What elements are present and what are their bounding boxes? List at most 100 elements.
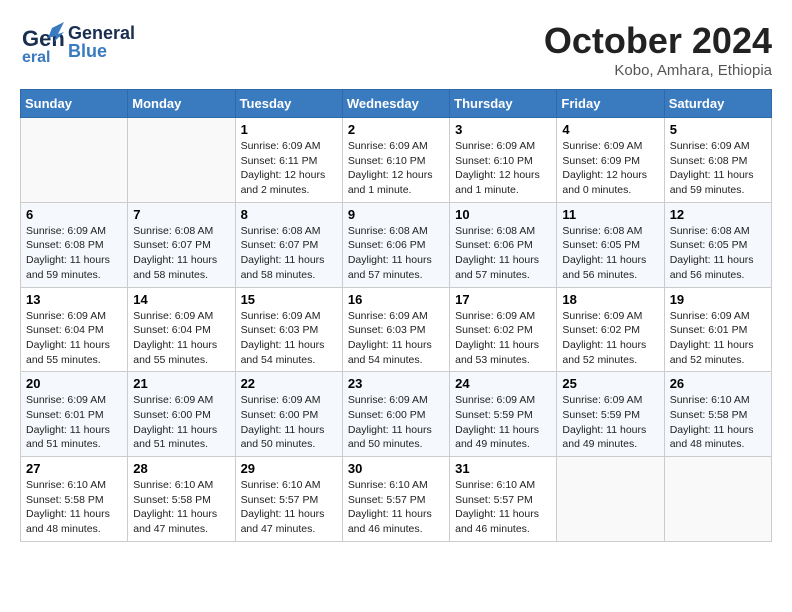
day-info: Sunrise: 6:09 AM Sunset: 6:10 PM Dayligh…: [455, 139, 551, 198]
calendar-day-20: 20Sunrise: 6:09 AM Sunset: 6:01 PM Dayli…: [21, 372, 128, 457]
calendar-week-row: 6 Sunrise: 6:09 AM Sunset: 6:08 PM Daylig…: [21, 202, 772, 287]
calendar-day-15: 15 Sunrise: 6:09 AM Sunset: 6:03 PM Dayli…: [235, 287, 342, 372]
day-number: 22: [241, 376, 337, 391]
logo-general: General: [68, 24, 135, 42]
day-info: Sunrise: 6:08 AM Sunset: 6:06 PM Dayligh…: [348, 224, 444, 283]
calendar-day-2: 2Sunrise: 6:09 AM Sunset: 6:10 PM Daylig…: [342, 118, 449, 203]
calendar-day-10: 10 Sunrise: 6:08 AM Sunset: 6:06 PM Dayli…: [450, 202, 557, 287]
day-number: 9: [348, 207, 444, 222]
day-info: Sunrise: 6:10 AM Sunset: 5:57 PM Dayligh…: [241, 478, 337, 537]
day-number: 5: [670, 122, 766, 137]
calendar-day-11: 11Sunrise: 6:08 AM Sunset: 6:05 PM Dayli…: [557, 202, 664, 287]
calendar-day-17: 17 Sunrise: 6:09 AM Sunset: 6:02 PM Dayli…: [450, 287, 557, 372]
day-number: 29: [241, 461, 337, 476]
calendar-day-8: 8 Sunrise: 6:08 AM Sunset: 6:07 PM Daylig…: [235, 202, 342, 287]
calendar-day-5: 5Sunrise: 6:09 AM Sunset: 6:08 PM Daylig…: [664, 118, 771, 203]
calendar-day-25: 25Sunrise: 6:09 AM Sunset: 5:59 PM Dayli…: [557, 372, 664, 457]
day-info: Sunrise: 6:09 AM Sunset: 6:10 PM Dayligh…: [348, 139, 444, 198]
calendar-day-16: 16 Sunrise: 6:09 AM Sunset: 6:03 PM Dayli…: [342, 287, 449, 372]
day-info: Sunrise: 6:09 AM Sunset: 6:04 PM Dayligh…: [26, 309, 122, 368]
day-info: Sunrise: 6:09 AM Sunset: 6:11 PM Dayligh…: [241, 139, 337, 198]
day-number: 19: [670, 292, 766, 307]
day-info: Sunrise: 6:09 AM Sunset: 6:03 PM Dayligh…: [241, 309, 337, 368]
day-number: 12: [670, 207, 766, 222]
day-number: 6: [26, 207, 122, 222]
calendar-table: SundayMondayTuesdayWednesdayThursdayFrid…: [20, 89, 772, 542]
calendar-day-31: 31 Sunrise: 6:10 AM Sunset: 5:57 PM Dayli…: [450, 457, 557, 542]
day-info: Sunrise: 6:10 AM Sunset: 5:57 PM Dayligh…: [348, 478, 444, 537]
day-info: Sunrise: 6:09 AM Sunset: 6:00 PM Dayligh…: [241, 393, 337, 452]
day-info: Sunrise: 6:10 AM Sunset: 5:58 PM Dayligh…: [133, 478, 229, 537]
weekday-header-row: SundayMondayTuesdayWednesdayThursdayFrid…: [21, 90, 772, 118]
day-number: 17: [455, 292, 551, 307]
page-header: Gen eral General Blue October 2024 Kobo,…: [20, 20, 772, 79]
calendar-day-19: 19 Sunrise: 6:09 AM Sunset: 6:01 PM Dayli…: [664, 287, 771, 372]
day-number: 30: [348, 461, 444, 476]
day-number: 11: [562, 207, 658, 222]
calendar-day-30: 30 Sunrise: 6:10 AM Sunset: 5:57 PM Dayli…: [342, 457, 449, 542]
day-info: Sunrise: 6:09 AM Sunset: 6:00 PM Dayligh…: [348, 393, 444, 452]
location: Kobo, Amhara, Ethiopia: [544, 62, 772, 79]
calendar-week-row: 20Sunrise: 6:09 AM Sunset: 6:01 PM Dayli…: [21, 372, 772, 457]
day-info: Sunrise: 6:08 AM Sunset: 6:07 PM Dayligh…: [241, 224, 337, 283]
day-number: 24: [455, 376, 551, 391]
calendar-day-27: 27 Sunrise: 6:10 AM Sunset: 5:58 PM Dayli…: [21, 457, 128, 542]
calendar-day-13: 13 Sunrise: 6:09 AM Sunset: 6:04 PM Dayli…: [21, 287, 128, 372]
day-number: 21: [133, 376, 229, 391]
day-info: Sunrise: 6:09 AM Sunset: 6:01 PM Dayligh…: [26, 393, 122, 452]
day-info: Sunrise: 6:09 AM Sunset: 6:02 PM Dayligh…: [455, 309, 551, 368]
day-number: 27: [26, 461, 122, 476]
day-info: Sunrise: 6:09 AM Sunset: 5:59 PM Dayligh…: [455, 393, 551, 452]
calendar-week-row: 27 Sunrise: 6:10 AM Sunset: 5:58 PM Dayli…: [21, 457, 772, 542]
day-number: 31: [455, 461, 551, 476]
day-info: Sunrise: 6:09 AM Sunset: 6:03 PM Dayligh…: [348, 309, 444, 368]
day-number: 16: [348, 292, 444, 307]
calendar-day-3: 3Sunrise: 6:09 AM Sunset: 6:10 PM Daylig…: [450, 118, 557, 203]
day-number: 15: [241, 292, 337, 307]
calendar-day-29: 29 Sunrise: 6:10 AM Sunset: 5:57 PM Dayli…: [235, 457, 342, 542]
calendar-empty-cell: [21, 118, 128, 203]
month-title: October 2024: [544, 20, 772, 62]
day-info: Sunrise: 6:08 AM Sunset: 6:05 PM Dayligh…: [670, 224, 766, 283]
calendar-day-4: 4Sunrise: 6:09 AM Sunset: 6:09 PM Daylig…: [557, 118, 664, 203]
calendar-empty-cell: [557, 457, 664, 542]
calendar-empty-cell: [664, 457, 771, 542]
day-info: Sunrise: 6:09 AM Sunset: 6:00 PM Dayligh…: [133, 393, 229, 452]
weekday-header-saturday: Saturday: [664, 90, 771, 118]
day-number: 7: [133, 207, 229, 222]
calendar-day-22: 22 Sunrise: 6:09 AM Sunset: 6:00 PM Dayli…: [235, 372, 342, 457]
day-info: Sunrise: 6:09 AM Sunset: 6:01 PM Dayligh…: [670, 309, 766, 368]
logo-blue: Blue: [68, 42, 135, 60]
logo-text: General Blue: [68, 24, 135, 60]
day-number: 8: [241, 207, 337, 222]
calendar-empty-cell: [128, 118, 235, 203]
day-info: Sunrise: 6:10 AM Sunset: 5:58 PM Dayligh…: [26, 478, 122, 537]
calendar-day-24: 24 Sunrise: 6:09 AM Sunset: 5:59 PM Dayli…: [450, 372, 557, 457]
day-number: 28: [133, 461, 229, 476]
calendar-day-12: 12 Sunrise: 6:08 AM Sunset: 6:05 PM Dayli…: [664, 202, 771, 287]
day-number: 18: [562, 292, 658, 307]
weekday-header-thursday: Thursday: [450, 90, 557, 118]
calendar-day-28: 28 Sunrise: 6:10 AM Sunset: 5:58 PM Dayli…: [128, 457, 235, 542]
weekday-header-friday: Friday: [557, 90, 664, 118]
calendar-day-1: 1 Sunrise: 6:09 AM Sunset: 6:11 PM Daylig…: [235, 118, 342, 203]
day-info: Sunrise: 6:08 AM Sunset: 6:06 PM Dayligh…: [455, 224, 551, 283]
weekday-header-sunday: Sunday: [21, 90, 128, 118]
day-number: 10: [455, 207, 551, 222]
calendar-week-row: 1 Sunrise: 6:09 AM Sunset: 6:11 PM Daylig…: [21, 118, 772, 203]
day-number: 26: [670, 376, 766, 391]
day-number: 1: [241, 122, 337, 137]
day-info: Sunrise: 6:10 AM Sunset: 5:57 PM Dayligh…: [455, 478, 551, 537]
weekday-header-tuesday: Tuesday: [235, 90, 342, 118]
calendar-week-row: 13 Sunrise: 6:09 AM Sunset: 6:04 PM Dayli…: [21, 287, 772, 372]
day-number: 4: [562, 122, 658, 137]
day-number: 13: [26, 292, 122, 307]
day-info: Sunrise: 6:09 AM Sunset: 6:08 PM Dayligh…: [26, 224, 122, 283]
day-number: 14: [133, 292, 229, 307]
day-info: Sunrise: 6:10 AM Sunset: 5:58 PM Dayligh…: [670, 393, 766, 452]
day-info: Sunrise: 6:09 AM Sunset: 6:02 PM Dayligh…: [562, 309, 658, 368]
day-info: Sunrise: 6:09 AM Sunset: 6:04 PM Dayligh…: [133, 309, 229, 368]
logo-icon: Gen eral: [20, 20, 64, 64]
weekday-header-monday: Monday: [128, 90, 235, 118]
day-info: Sunrise: 6:08 AM Sunset: 6:07 PM Dayligh…: [133, 224, 229, 283]
